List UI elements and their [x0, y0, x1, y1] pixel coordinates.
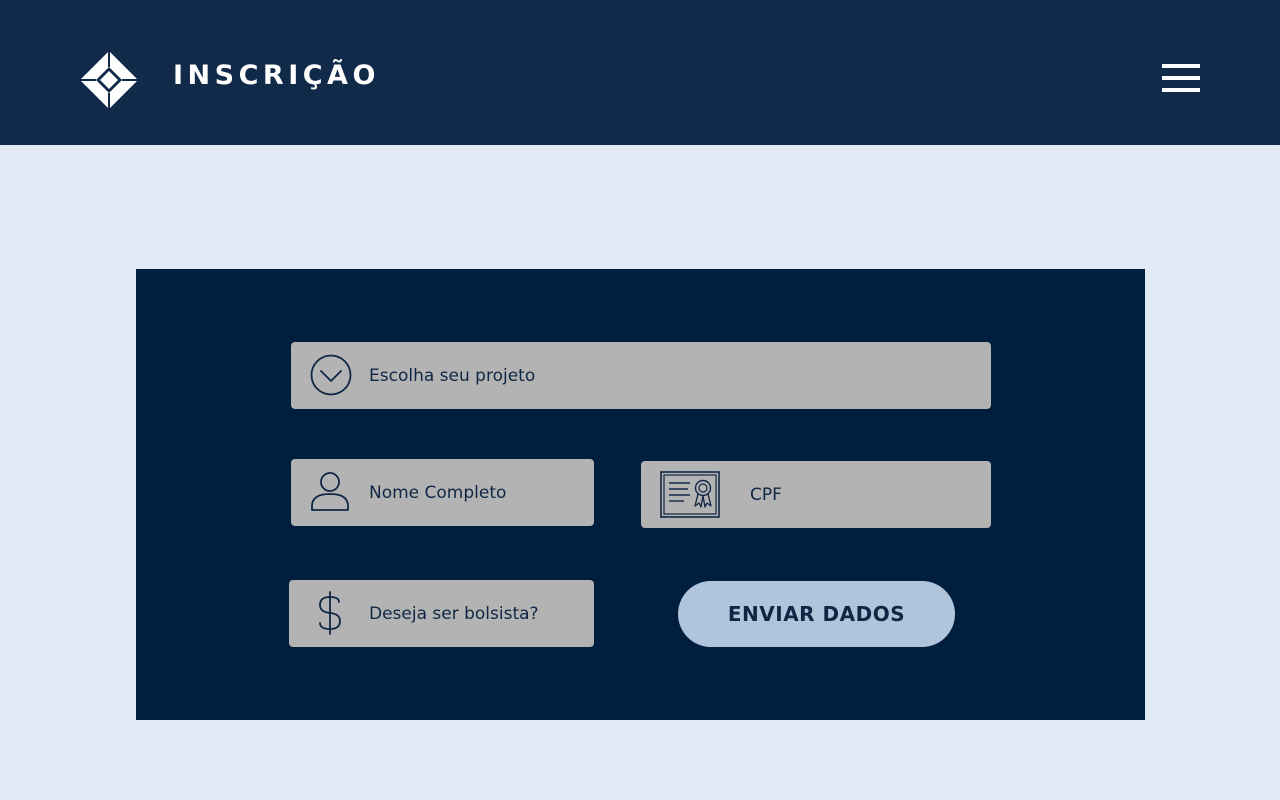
full-name-field[interactable]: Nome Completo	[291, 459, 594, 526]
submit-button[interactable]: ENVIAR DADOS	[678, 581, 955, 647]
user-icon	[309, 470, 351, 512]
full-name-placeholder: Nome Completo	[369, 482, 507, 503]
diamond-logo-icon[interactable]	[79, 50, 139, 110]
scholarship-placeholder: Deseja ser bolsista?	[369, 603, 539, 624]
cpf-field[interactable]: CPF	[641, 461, 991, 528]
page-title: INSCRIÇÃO	[173, 60, 380, 91]
project-select-placeholder: Escolha seu projeto	[369, 365, 536, 386]
hamburger-menu-icon[interactable]	[1155, 58, 1207, 98]
certificate-icon	[660, 471, 720, 518]
scholarship-field[interactable]: Deseja ser bolsista?	[289, 580, 594, 647]
top-header: INSCRIÇÃO	[0, 0, 1280, 145]
dollar-icon	[317, 590, 343, 636]
project-select[interactable]: Escolha seu projeto	[291, 342, 991, 409]
cpf-placeholder: CPF	[750, 484, 782, 505]
chevron-down-circle-icon	[310, 354, 352, 396]
